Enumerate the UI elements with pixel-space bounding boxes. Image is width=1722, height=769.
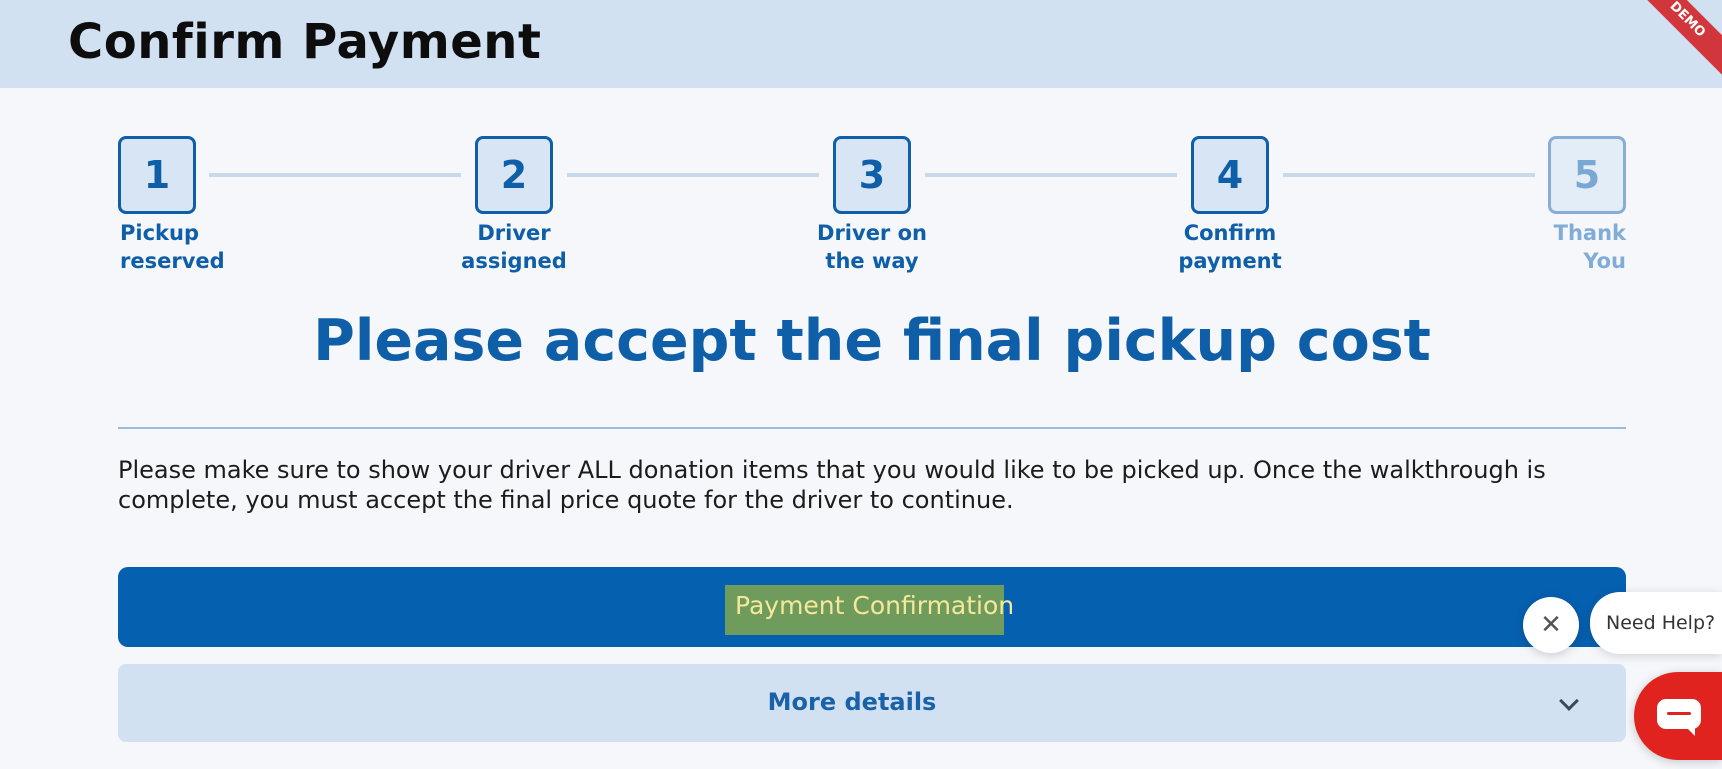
need-help-bubble[interactable]: Need Help?: [1590, 592, 1722, 654]
step-3-box: 3: [833, 136, 911, 214]
step-connector: [209, 173, 461, 177]
step-2-box: 2: [475, 136, 553, 214]
step-3-label: Driver on the way: [802, 219, 942, 275]
step-connector: [925, 173, 1177, 177]
step-5-box: 5: [1548, 136, 1626, 214]
step-4-label: Confirm payment: [1160, 219, 1300, 275]
close-icon[interactable]: ✕: [1523, 597, 1579, 653]
step-5-label: Thank You: [1486, 219, 1626, 275]
chat-icon-line: [1667, 712, 1691, 715]
payment-confirmation-label: Payment Confirmation: [735, 591, 1015, 620]
step-4-label-line1: Confirm: [1183, 221, 1277, 245]
step-2-label: Driver assigned: [444, 219, 584, 275]
more-details-label: More details: [767, 688, 937, 716]
step-4-box: 4: [1191, 136, 1269, 214]
step-1-box: 1: [118, 136, 196, 214]
section-divider: [118, 427, 1626, 429]
step-connector: [1283, 173, 1535, 177]
step-2-label-line2: assigned: [461, 249, 567, 273]
instructions-text: Please make sure to show your driver ALL…: [118, 456, 1546, 514]
more-details-accordion[interactable]: More details: [118, 664, 1626, 742]
step-1-label: Pickup reserved: [120, 219, 260, 275]
step-3-label-line1: Driver on: [817, 221, 927, 245]
step-1-label-line2: reserved: [120, 249, 225, 273]
step-connector: [567, 173, 819, 177]
step-4-label-line2: payment: [1178, 249, 1282, 273]
step-3-label-line2: the way: [825, 249, 919, 273]
step-1-label-line1: Pickup: [120, 221, 199, 245]
chat-icon-tail: [1685, 726, 1695, 736]
progress-stepper: 1 2 3 4 5 Pickup reserved Driver assigne…: [0, 0, 1722, 280]
step-2-label-line1: Driver: [477, 221, 551, 245]
main-headline: Please accept the final pickup cost: [313, 308, 1431, 374]
step-5-label-line1: Thank: [1553, 221, 1626, 245]
step-5-label-line2: You: [1583, 249, 1626, 273]
